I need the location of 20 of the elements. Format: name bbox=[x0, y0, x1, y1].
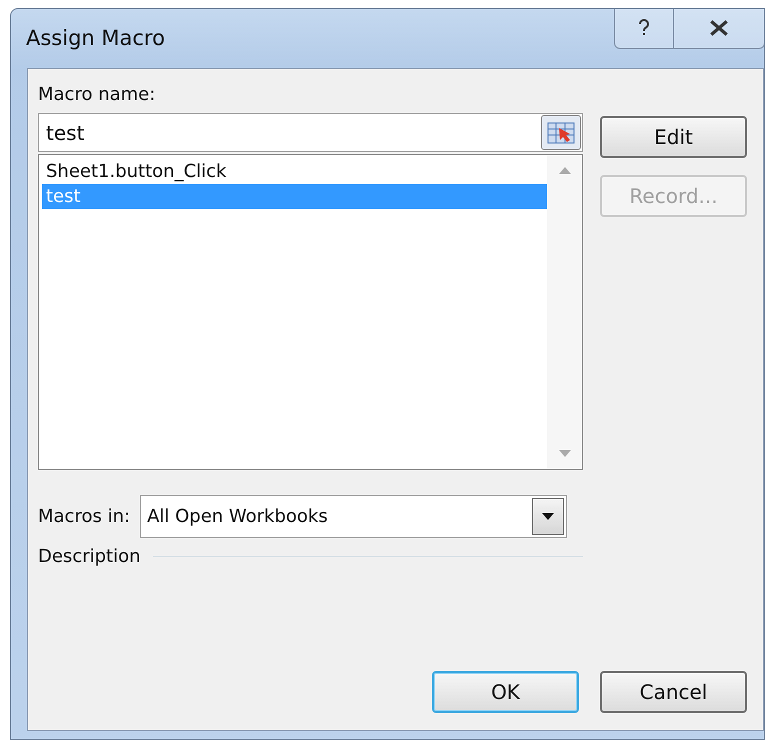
field-label: Macro name: bbox=[38, 84, 156, 107]
caret-icon bbox=[542, 513, 554, 520]
cancel-button[interactable]: Cancel bbox=[600, 671, 747, 713]
ok-button[interactable]: OK bbox=[432, 671, 579, 713]
dropdown-button[interactable] bbox=[532, 498, 564, 535]
window-title: Assign Macro bbox=[26, 26, 165, 50]
section-label: Description bbox=[38, 546, 141, 567]
list-item[interactable]: Sheet1.button_Click bbox=[42, 159, 547, 184]
scroll-up-icon[interactable] bbox=[558, 167, 570, 174]
field-label: Macros in: bbox=[38, 506, 130, 527]
edit-button[interactable]: Edit bbox=[600, 116, 747, 158]
scrollbar[interactable] bbox=[547, 155, 582, 469]
macros-in-dropdown[interactable]: All Open Workbooks bbox=[140, 495, 568, 538]
help-icon[interactable] bbox=[637, 18, 651, 38]
macro-list[interactable]: Sheet1.button_Click test bbox=[38, 154, 583, 470]
close-icon[interactable] bbox=[708, 19, 730, 37]
scroll-down-icon[interactable] bbox=[558, 450, 570, 457]
grid-arrow-icon bbox=[546, 120, 576, 146]
collapse-dialog-button[interactable] bbox=[541, 115, 581, 150]
macro-name-field[interactable]: test bbox=[38, 113, 583, 152]
